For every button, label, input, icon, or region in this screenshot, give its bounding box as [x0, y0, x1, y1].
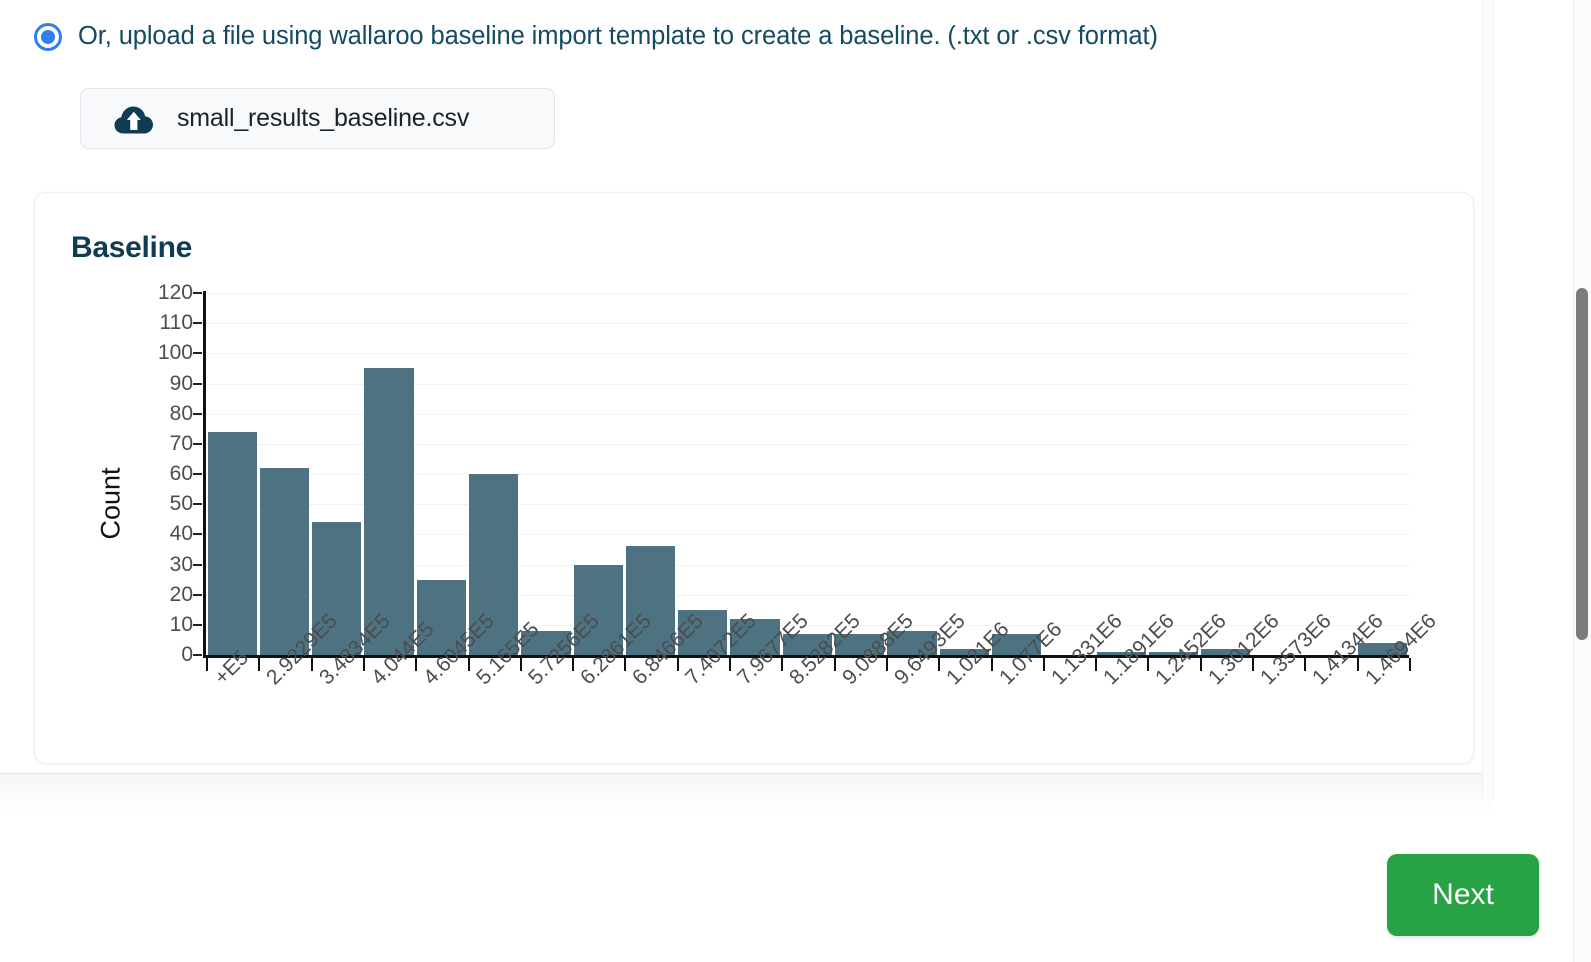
page-scrollbar-thumb[interactable]: [1576, 288, 1588, 640]
y-tick-mark: [193, 443, 202, 445]
x-tick-mark: [1147, 658, 1149, 671]
x-tick-mark: [1252, 658, 1254, 671]
y-tick-label: 80: [170, 402, 193, 426]
histogram-plot: Count 0102030405060708090100110120 +E52.…: [35, 293, 1474, 763]
y-tick-mark: [193, 413, 202, 415]
y-tick-mark: [193, 654, 202, 656]
uploaded-file-chip[interactable]: small_results_baseline.csv: [80, 88, 555, 149]
upload-file-option-row[interactable]: Or, upload a file using wallaroo baselin…: [34, 22, 1158, 51]
histogram-bar: [208, 432, 257, 655]
x-tick-mark: [938, 658, 940, 671]
y-tick-label: 100: [158, 341, 193, 365]
x-tick-mark: [1409, 658, 1411, 671]
card-title: Baseline: [71, 231, 192, 265]
x-tick-mark: [677, 658, 679, 671]
upload-file-option-label: Or, upload a file using wallaroo baselin…: [78, 22, 1158, 51]
histogram-bar: [364, 368, 413, 655]
y-tick-label: 60: [170, 462, 193, 486]
y-tick-label: 30: [170, 553, 193, 577]
y-tick-mark: [193, 352, 202, 354]
y-tick-mark: [193, 624, 202, 626]
next-button[interactable]: Next: [1387, 854, 1539, 936]
y-axis-ticks: 0102030405060708090100110120: [115, 293, 203, 655]
x-tick-mark: [1304, 658, 1306, 671]
x-tick-mark: [834, 658, 836, 671]
x-tick-mark: [1357, 658, 1359, 671]
x-tick-mark: [363, 658, 365, 671]
upload-baseline-screen: Or, upload a file using wallaroo baselin…: [0, 0, 1591, 962]
y-tick-label: 20: [170, 583, 193, 607]
x-tick-mark: [206, 658, 208, 671]
footer-shadow: [0, 774, 1493, 812]
x-tick-mark: [415, 658, 417, 671]
y-tick-label: 50: [170, 492, 193, 516]
baseline-chart-card: Baseline Count 0102030405060708090100110…: [34, 192, 1474, 764]
page-scrollbar-track[interactable]: [1573, 0, 1591, 962]
inner-scrollbar-track[interactable]: [1482, 0, 1494, 800]
x-tick-mark: [572, 658, 574, 671]
x-tick-mark: [258, 658, 260, 671]
y-tick-label: 40: [170, 522, 193, 546]
y-tick-label: 70: [170, 432, 193, 456]
x-tick-mark: [624, 658, 626, 671]
bar-series: [206, 293, 1409, 655]
cloud-upload-icon: [113, 103, 155, 135]
histogram-bar: [260, 468, 309, 655]
y-tick-mark: [193, 503, 202, 505]
x-tick-mark: [1095, 658, 1097, 671]
y-tick-mark: [193, 383, 202, 385]
x-tick-mark: [991, 658, 993, 671]
uploaded-file-name: small_results_baseline.csv: [177, 104, 469, 133]
x-tick-mark: [468, 658, 470, 671]
y-tick-mark: [193, 473, 202, 475]
y-tick-label: 90: [170, 372, 193, 396]
y-tick-label: 120: [158, 281, 193, 305]
x-tick-mark: [781, 658, 783, 671]
upload-file-radio[interactable]: [34, 23, 62, 51]
x-tick-mark: [886, 658, 888, 671]
y-tick-mark: [193, 322, 202, 324]
x-tick-mark: [1043, 658, 1045, 671]
y-tick-mark: [193, 564, 202, 566]
x-axis-tick-labels: +E52.9229E53.4834E54.044E54.6045E55.165E…: [206, 673, 1409, 764]
y-tick-mark: [193, 533, 202, 535]
x-tick-mark: [729, 658, 731, 671]
y-tick-label: 10: [170, 613, 193, 637]
x-tick-mark: [311, 658, 313, 671]
y-tick-label: 0: [181, 643, 193, 667]
y-tick-mark: [193, 292, 202, 294]
x-tick-mark: [1200, 658, 1202, 671]
x-tick-mark: [520, 658, 522, 671]
y-tick-mark: [193, 594, 202, 596]
y-tick-label: 110: [160, 311, 193, 335]
